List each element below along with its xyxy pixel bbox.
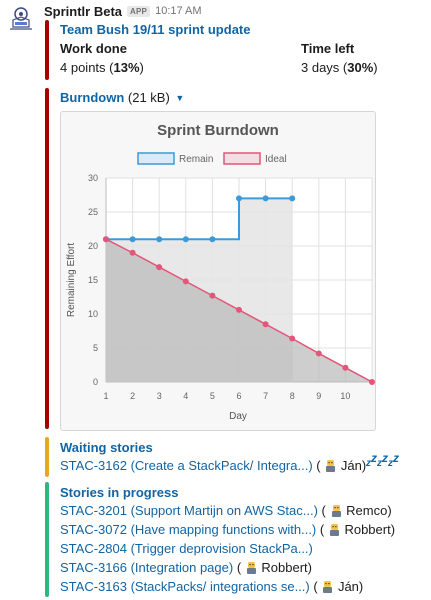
ideal-point	[342, 364, 349, 371]
y-tick-label: 20	[88, 241, 98, 251]
waiting-title[interactable]: Waiting stories	[60, 440, 153, 456]
remain-point	[289, 195, 296, 202]
story-link[interactable]: STAC-3166 (Integration page)	[60, 560, 233, 575]
story-owner: ( Ján)	[309, 579, 364, 594]
story-owner: ( Robbert)	[233, 560, 312, 575]
ideal-point	[289, 335, 296, 342]
work-done-value: 4 points (13%)	[60, 60, 144, 75]
story-link[interactable]: STAC-3072 (Have mapping functions with..…	[60, 522, 316, 537]
x-tick-label: 3	[157, 391, 162, 401]
waiting-color-bar	[45, 437, 49, 477]
y-tick-label: 25	[88, 207, 98, 217]
owner-name: Robbert	[261, 560, 308, 575]
legend-swatch-remain	[137, 152, 175, 165]
file-name-link[interactable]: Burndown	[60, 90, 124, 105]
burndown-chart: Sprint Burndown Remain Ideal 051015202530…	[66, 122, 375, 422]
x-tick-label: 4	[183, 391, 188, 401]
message-header: Sprintlr Beta APP 10:17 AM	[44, 3, 202, 19]
time-left-percent: 30%	[347, 60, 374, 75]
y-tick-label: 15	[88, 275, 98, 285]
x-tick-label: 7	[263, 391, 268, 401]
work-done-label: Work done	[60, 41, 127, 56]
waiting-story-row: STAC-3162 (Create a StackPack/ Integra..…	[60, 458, 366, 474]
x-axis-label: Day	[229, 411, 247, 422]
x-tick-label: 2	[130, 391, 135, 401]
story-owner: ( Ján)	[312, 458, 367, 473]
x-tick-label: 5	[210, 391, 215, 401]
ideal-point	[315, 350, 322, 357]
remain-point	[236, 195, 242, 202]
x-tick-label: 10	[340, 391, 350, 401]
ideal-point	[156, 264, 163, 271]
legend-label-ideal: Ideal	[265, 154, 287, 165]
remain-point	[156, 236, 163, 243]
time-left-days: 3 days	[301, 60, 340, 75]
y-tick-label: 30	[88, 173, 98, 183]
x-tick-label: 6	[236, 391, 241, 401]
time-left-label: Time left	[301, 41, 355, 56]
bot-name[interactable]: Sprintlr Beta	[44, 4, 122, 19]
y-tick-label: 10	[88, 309, 98, 319]
ideal-point	[236, 306, 242, 313]
ideal-point	[369, 379, 375, 385]
chevron-down-icon[interactable]: ▼	[175, 93, 184, 103]
app-badge: APP	[127, 5, 151, 17]
work-done-percent: 13%	[113, 60, 140, 75]
ideal-point	[262, 321, 269, 328]
remain-point	[209, 236, 216, 243]
progress-story-row: STAC-2804 (Trigger deprovision StackPa..…	[60, 541, 313, 557]
legend-label-remain: Remain	[179, 154, 213, 165]
work-done-points: 4 points	[60, 60, 106, 75]
ideal-point	[129, 249, 136, 256]
ideal-point	[182, 278, 189, 285]
progress-story-row: STAC-3163 (StackPacks/ integrations se..…	[60, 579, 363, 595]
progress-story-row: STAC-3072 (Have mapping functions with..…	[60, 522, 395, 538]
person-emoji-icon	[246, 562, 256, 574]
owner-name: Ján	[337, 579, 359, 594]
story-owner: ( Remco)	[317, 503, 392, 518]
story-link[interactable]: STAC-2804 (Trigger deprovision StackPa..…	[60, 541, 313, 556]
person-emoji-icon	[329, 524, 339, 536]
chart-title: Sprint Burndown	[157, 122, 279, 139]
in-progress-color-bar	[45, 482, 49, 597]
bot-avatar[interactable]	[6, 5, 36, 33]
file-size: (21 kB)	[127, 90, 170, 105]
y-axis-label: Remaining Effort	[66, 243, 77, 318]
file-header: Burndown (21 kB) ▼	[60, 90, 184, 106]
y-tick-label: 0	[93, 377, 98, 387]
person-emoji-icon	[326, 460, 336, 472]
progress-story-row: STAC-3166 (Integration page) ( Robbert)	[60, 560, 312, 576]
owner-name: Ján	[340, 458, 362, 473]
sprintlr-logo-icon	[6, 5, 36, 33]
remain-point	[262, 195, 269, 202]
x-tick-label: 8	[290, 391, 295, 401]
person-emoji-icon	[331, 505, 341, 517]
remain-point	[129, 236, 136, 243]
y-tick-label: 5	[93, 343, 98, 353]
owner-name: Robbert	[344, 522, 391, 537]
update-color-bar	[45, 20, 49, 80]
legend-swatch-ideal	[223, 152, 261, 165]
person-emoji-icon	[323, 581, 333, 593]
message-timestamp[interactable]: 10:17 AM	[155, 5, 201, 17]
ideal-point	[103, 236, 109, 243]
remain-point	[182, 236, 189, 243]
owner-name: Remco	[346, 503, 388, 518]
story-owner: ( Robbert)	[316, 522, 396, 537]
burndown-color-bar	[45, 88, 49, 429]
story-link[interactable]: STAC-3201 (Support Martijn on AWS Stac..…	[60, 503, 318, 518]
x-tick-label: 9	[316, 391, 321, 401]
story-link[interactable]: STAC-3162 (Create a StackPack/ Integra..…	[60, 458, 313, 473]
burndown-chart-image[interactable]: Sprint Burndown Remain Ideal 0 5 10 15 20 25 30…	[60, 111, 376, 431]
story-link[interactable]: STAC-3163 (StackPacks/ integrations se..…	[60, 579, 310, 594]
sleeping-emoji: zzzzzz	[366, 451, 399, 469]
chart-legend: Remain Ideal	[137, 152, 287, 165]
in-progress-title[interactable]: Stories in progress	[60, 485, 178, 501]
x-tick-label: 1	[103, 391, 108, 401]
ideal-point	[209, 292, 216, 299]
sprint-update-title[interactable]: Team Bush 19/11 sprint update	[60, 22, 250, 38]
time-left-value: 3 days (30%)	[301, 60, 378, 75]
progress-story-row: STAC-3201 (Support Martijn on AWS Stac..…	[60, 503, 392, 519]
